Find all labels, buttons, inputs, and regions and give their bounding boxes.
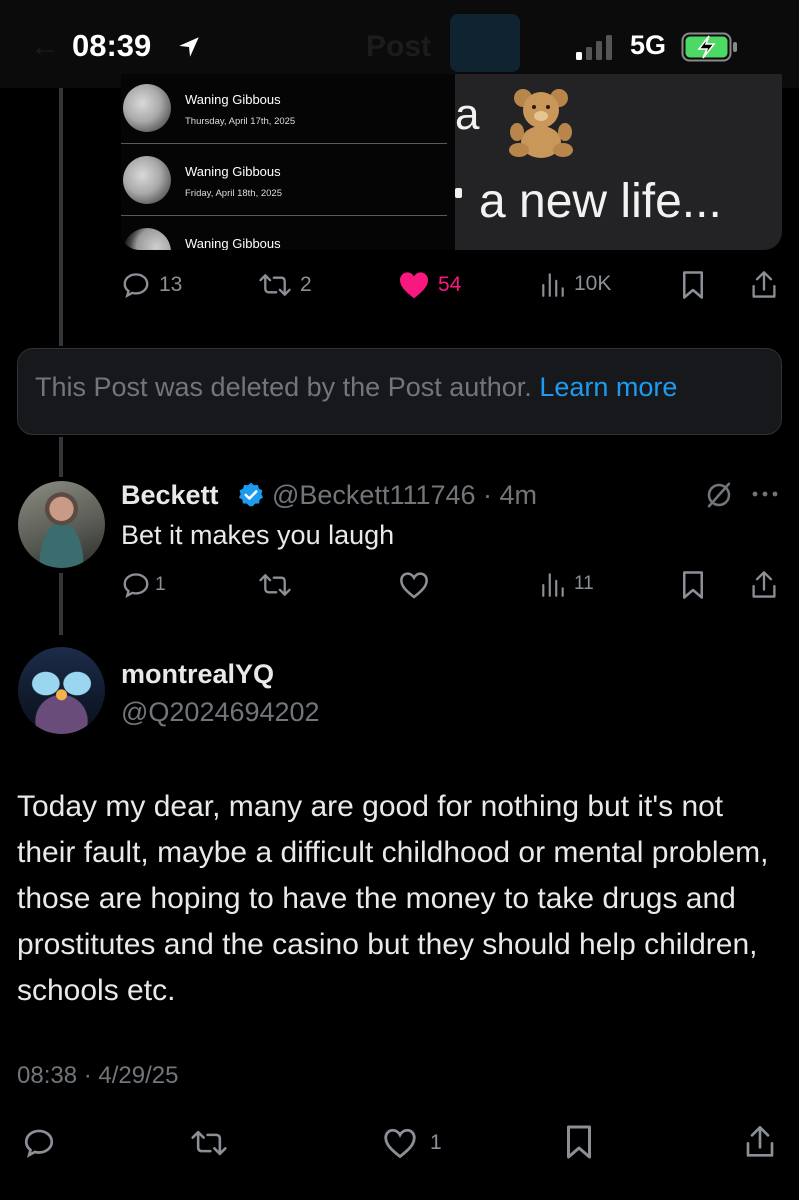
views-button[interactable]: 11: [540, 570, 594, 598]
views-icon: [542, 573, 564, 597]
bookmark-icon: [567, 1125, 591, 1159]
bookmark-icon: [683, 271, 703, 299]
thread-line: [59, 437, 63, 477]
reply-button[interactable]: 13: [121, 270, 182, 300]
header-thumbnail: [450, 14, 520, 72]
location-arrow-icon: [179, 37, 199, 57]
share-button[interactable]: [750, 570, 778, 600]
post-text: Today my dear, many are good for nothing…: [17, 790, 769, 1007]
avatar[interactable]: [18, 647, 105, 734]
bookmark-button[interactable]: [680, 570, 706, 600]
signal-icon: [576, 35, 612, 60]
page-title: Post: [366, 30, 432, 63]
more-options-icon[interactable]: [750, 486, 780, 502]
like-button[interactable]: 54: [398, 270, 461, 300]
back-icon[interactable]: ←: [30, 30, 60, 64]
share-button[interactable]: [750, 270, 778, 300]
post-media[interactable]: Waning Gibbous Thursday, April 17th, 202…: [121, 74, 782, 250]
repost-button[interactable]: 2: [258, 270, 312, 300]
teddy-bear-icon: [509, 89, 573, 158]
battery-charging-icon: [681, 32, 737, 62]
moon-row: Waning Gibbous Thursday, April 17th, 202…: [121, 74, 447, 144]
moon-date-label: Thursday, April 17th, 2025: [185, 116, 296, 127]
like-button[interactable]: 1: [382, 1126, 442, 1160]
repost-icon: [191, 1130, 227, 1156]
like-count: 54: [438, 273, 462, 296]
author-handle[interactable]: @Q2024694202: [121, 697, 320, 728]
share-icon: [746, 1126, 774, 1157]
moon-icon: [123, 156, 171, 204]
like-count: 1: [430, 1131, 442, 1154]
thread-line: [59, 573, 63, 635]
reply-icon: [123, 273, 149, 298]
views-count: 10K: [574, 272, 612, 295]
clock: 08:39: [72, 28, 152, 63]
repost-button[interactable]: [190, 1126, 228, 1160]
verified-badge-icon: [238, 482, 264, 507]
like-button[interactable]: [398, 570, 430, 600]
share-icon: [752, 571, 776, 598]
heart-icon: [384, 1128, 416, 1159]
views-button[interactable]: 10K: [540, 270, 611, 298]
bookmark-button[interactable]: [680, 270, 706, 300]
moon-phase-image: Waning Gibbous Thursday, April 17th, 202…: [121, 74, 455, 250]
meme-text-fragment: [455, 188, 462, 198]
meme-image: a a new life...: [455, 74, 782, 250]
deleted-post-notice: This Post was deleted by the Post author…: [17, 348, 782, 435]
reply-count: 13: [159, 273, 183, 296]
reply-text: Bet it makes you laugh: [121, 520, 395, 550]
repost-icon: [259, 274, 291, 296]
avatar[interactable]: [18, 481, 105, 568]
moon-row: Waning Gibbous Friday, April 18th, 2025: [121, 146, 447, 216]
moon-phase-label: Waning Gibbous: [185, 164, 281, 179]
heart-icon: [400, 572, 428, 599]
repost-count: 2: [300, 273, 312, 296]
share-icon: [752, 271, 776, 298]
reply-count: 1: [155, 574, 166, 595]
repost-icon: [259, 574, 291, 596]
bookmark-button[interactable]: [564, 1124, 594, 1160]
meme-text: a new life...: [479, 175, 722, 228]
author-handle[interactable]: @Beckett111746 · 4m: [272, 480, 537, 511]
deleted-notice-text: This Post was deleted by the Post author…: [35, 372, 532, 402]
bookmark-icon: [683, 571, 703, 599]
moon-icon: [123, 84, 171, 132]
repost-button[interactable]: [258, 570, 292, 600]
post-timestamp[interactable]: 08:38 · 4/29/25: [17, 1062, 178, 1090]
network-type: 5G: [630, 30, 667, 60]
moon-icon: [123, 228, 171, 250]
thread-line: [59, 88, 63, 346]
grok-icon[interactable]: [704, 480, 734, 510]
heart-filled-icon: [400, 272, 428, 299]
author-name[interactable]: Beckett: [121, 480, 219, 511]
views-icon: [542, 273, 564, 297]
views-count: 11: [574, 573, 594, 594]
share-button[interactable]: [744, 1124, 776, 1160]
reply-icon: [24, 1129, 54, 1158]
reply-button[interactable]: 1: [121, 570, 166, 600]
moon-row: Waning Gibbous: [121, 218, 447, 250]
reply-icon: [123, 573, 149, 598]
meme-text: a: [455, 90, 480, 139]
moon-phase-label: Waning Gibbous: [185, 92, 281, 107]
moon-date-label: Friday, April 18th, 2025: [185, 188, 282, 199]
learn-more-link[interactable]: Learn more: [539, 372, 677, 402]
moon-phase-label: Waning Gibbous: [185, 236, 281, 250]
reply-button[interactable]: [22, 1126, 56, 1160]
author-name[interactable]: montrealYQ: [121, 659, 274, 690]
